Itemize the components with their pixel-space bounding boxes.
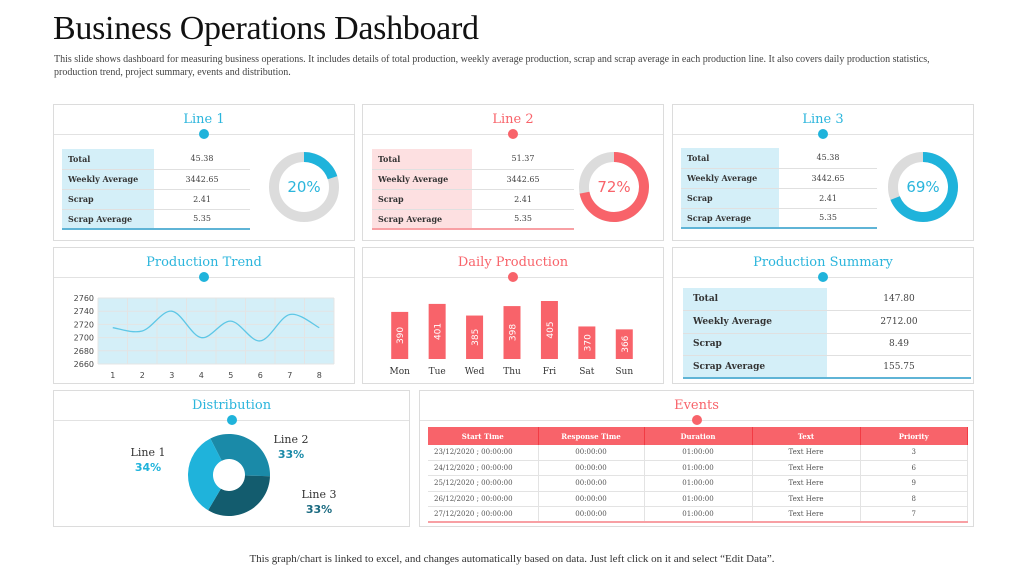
- col-response-time[interactable]: Response Time: [538, 427, 645, 445]
- table-row: 23/12/2020 ; 00:00:00 00:00:00 01:00:00 Tex…: [428, 445, 968, 461]
- line-3-percent: 69%: [906, 178, 940, 196]
- x-tick-label: 2: [140, 371, 145, 380]
- y-tick-label: 2740: [74, 307, 94, 316]
- table-row: Total 45.38: [681, 148, 877, 169]
- header-dot-icon: [818, 129, 828, 139]
- summary-table: Total 147.80 Weekly Average 2712.00 Scrap 8…: [683, 288, 971, 379]
- line-1-table: Total 45.38 Weekly Average 3442.65 Scrap 2.…: [62, 149, 250, 230]
- x-tick-label: 8: [317, 371, 322, 380]
- slice-line-2[interactable]: [210, 434, 270, 477]
- table-row: Total 51.37: [372, 149, 574, 170]
- x-category-label: Mon: [389, 367, 410, 377]
- page-subtitle: This slide shows dashboard for measuring…: [54, 54, 930, 78]
- bar-value-label: 405: [546, 321, 556, 338]
- page-title: Business Operations Dashboard: [53, 10, 479, 47]
- table-row: Scrap 2.41: [372, 189, 574, 210]
- line-2-table: Total 51.37 Weekly Average 3442.65 Scrap 2.…: [372, 149, 574, 230]
- table-row: Total 147.80: [683, 288, 971, 311]
- table-row: Weekly Average 3442.65: [62, 169, 250, 190]
- line-2-card: Line 2 Total 51.37 Weekly Average 3442.65 …: [362, 104, 664, 241]
- col-start-time[interactable]: Start Time: [428, 427, 539, 445]
- legend-label: Line 3: [302, 488, 337, 501]
- line-1-card: Line 1 Total 45.38 Weekly Average 3442.65 …: [53, 104, 355, 241]
- table-row: Scrap Average 5.35: [372, 209, 574, 230]
- bar-value-label: 398: [509, 324, 519, 341]
- legend-label: Line 1: [131, 446, 166, 459]
- x-tick-label: 6: [258, 371, 263, 380]
- x-category-label: Thu: [503, 367, 521, 377]
- daily-production-card: Daily Production 390 Mon 401 Tue 385 Wed 398 Th…: [362, 247, 664, 384]
- col-text[interactable]: Text: [752, 427, 861, 445]
- line-3-card: Line 3 Total 45.38 Weekly Average 3442.65 …: [672, 104, 974, 241]
- y-tick-label: 2760: [74, 294, 94, 303]
- x-tick-label: 5: [228, 371, 233, 380]
- table-row: Weekly Average 3442.65: [681, 168, 877, 189]
- x-category-label: Sat: [579, 367, 595, 377]
- line-2-donut: 72%: [578, 151, 650, 223]
- x-category-label: Sun: [615, 367, 633, 377]
- bar-value-label: 370: [583, 334, 593, 351]
- y-tick-label: 2700: [74, 334, 94, 343]
- legend-value: 33%: [278, 448, 304, 461]
- slice-line-3[interactable]: [208, 475, 270, 516]
- production-summary-card: Production Summary Total 147.80 Weekly Av…: [672, 247, 974, 384]
- table-row: 25/12/2020 ; 00:00:00 00:00:00 01:00:00 Tex…: [428, 475, 968, 492]
- bar-value-label: 390: [396, 327, 406, 344]
- table-row: Scrap 8.49: [683, 333, 971, 356]
- x-tick-label: 4: [199, 371, 204, 380]
- x-category-label: Wed: [465, 367, 485, 377]
- y-tick-label: 2720: [74, 320, 94, 329]
- line-3-table: Total 45.38 Weekly Average 3442.65 Scrap 2.…: [681, 148, 877, 229]
- footer-note: This graph/chart is linked to excel, and…: [249, 553, 775, 565]
- line-1-donut: 20%: [268, 151, 340, 223]
- line-1-percent: 20%: [287, 178, 321, 196]
- bar-value-label: 401: [434, 323, 444, 340]
- bar-value-label: 385: [471, 329, 481, 346]
- table-row: Scrap Average 155.75: [683, 355, 971, 379]
- distribution-chart[interactable]: Line 1 34% Line 2 33% Line 3 33%: [54, 391, 411, 528]
- col-priority[interactable]: Priority: [860, 427, 968, 445]
- donut-value-arc[interactable]: [304, 152, 338, 180]
- events-card: Events Start Time Response Time Duration…: [419, 390, 974, 527]
- line-3-donut: 69%: [887, 151, 959, 223]
- x-category-label: Tue: [429, 367, 446, 377]
- table-row: 27/12/2020 ; 00:00:00 00:00:00 01:00:00 Tex…: [428, 506, 968, 523]
- table-row: Scrap 2.41: [62, 189, 250, 210]
- table-row: Scrap 2.41: [681, 188, 877, 209]
- y-tick-label: 2660: [74, 360, 94, 369]
- x-category-label: Fri: [543, 367, 557, 377]
- table-row: Total 45.38: [62, 149, 250, 170]
- table-row: 26/12/2020 ; 00:00:00 00:00:00 01:00:00 Tex…: [428, 491, 968, 508]
- events-header-row: Start Time Response Time Duration Text P…: [428, 427, 968, 445]
- table-row: Scrap Average 5.35: [681, 208, 877, 229]
- production-trend-chart[interactable]: 2660 2680 2700 2720 2740 2760 1 2 3 4 5 6 7 8: [54, 248, 356, 385]
- col-duration[interactable]: Duration: [644, 427, 753, 445]
- legend-value: 34%: [135, 461, 161, 474]
- daily-production-chart[interactable]: 390 Mon 401 Tue 385 Wed 398 Thu 405 Fri 370 Sat 366 S…: [363, 248, 665, 385]
- production-trend-card: Production Trend 2660 2680 2700 2720 2740 276…: [53, 247, 355, 384]
- table-row: 24/12/2020 ; 00:00:00 00:00:00 01:00:00 Tex…: [428, 460, 968, 477]
- header-dot-icon: [199, 129, 209, 139]
- table-row: Weekly Average 2712.00: [683, 310, 971, 334]
- table-row: Weekly Average 3442.65: [372, 169, 574, 190]
- legend-label: Line 2: [274, 433, 309, 446]
- line-2-percent: 72%: [597, 178, 631, 196]
- legend-value: 33%: [306, 503, 332, 516]
- header-dot-icon: [818, 272, 828, 282]
- table-row: Scrap Average 5.35: [62, 209, 250, 230]
- header-dot-icon: [508, 129, 518, 139]
- y-tick-label: 2680: [74, 347, 94, 356]
- x-tick-label: 3: [169, 371, 174, 380]
- x-tick-label: 1: [110, 371, 115, 380]
- bar-value-label: 366: [621, 335, 631, 352]
- events-table: Start Time Response Time Duration Text P…: [428, 427, 968, 523]
- x-tick-label: 7: [287, 371, 292, 380]
- header-dot-icon: [691, 415, 702, 425]
- distribution-card: Distribution Line 1 34% Line 2 33% Line 3 33%: [53, 390, 410, 527]
